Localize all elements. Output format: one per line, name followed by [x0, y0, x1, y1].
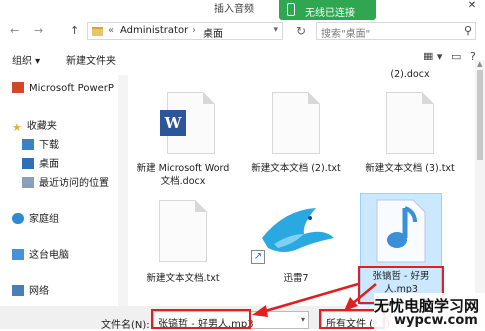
annotation-arrowhead [344, 297, 358, 311]
watermark-url: wypcw.com [394, 313, 478, 328]
annotation-arrow [261, 282, 359, 314]
annotation-arrows [252, 282, 377, 317]
annotation-arrow [351, 283, 377, 305]
annotation-arrowhead [252, 305, 268, 317]
